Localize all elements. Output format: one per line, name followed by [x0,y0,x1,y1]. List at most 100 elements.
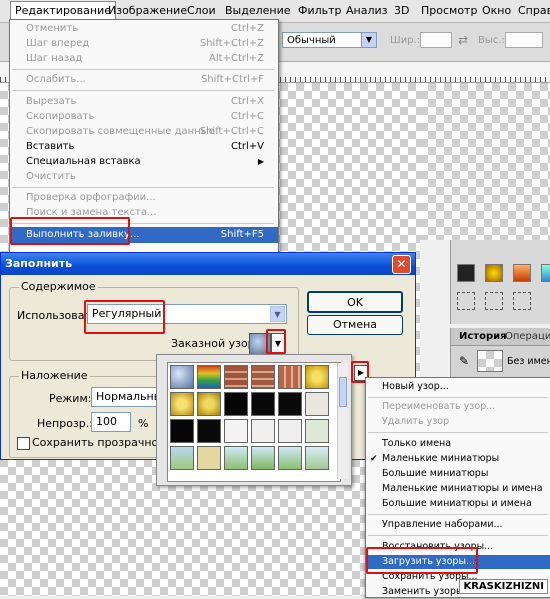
menu-separator [368,514,548,515]
menu-item-paste-special[interactable]: Специальная вставка ▶ [10,155,278,169]
preserve-checkbox[interactable] [17,437,30,450]
height-field[interactable] [505,32,543,48]
pattern-thumb[interactable] [251,365,275,389]
menu-edit[interactable]: Редактирование [10,1,116,19]
menu-item-clear[interactable]: Очистить [10,170,278,184]
opacity-unit: % [138,417,149,430]
pattern-thumb[interactable] [170,365,194,389]
chevron-down-icon: ▼ [361,33,376,47]
pattern-thumb[interactable] [197,446,221,470]
style-swatch[interactable] [541,264,550,282]
menu-item-label: Большие миниатюры [382,468,489,479]
menu-item-spell-check[interactable]: Проверка орфографии... [10,191,278,205]
pattern-thumb[interactable] [278,446,302,470]
menu-item-undo[interactable]: Отменить Ctrl+Z [10,22,278,36]
menu-item-label: Большие миниатюры и имена [382,498,532,509]
blending-legend: Наложение [19,369,90,382]
menu-item-delete-pattern[interactable]: Удалить узор [366,415,550,429]
menu-item-label: Ослабить... [26,74,86,85]
menu-item-step-back[interactable]: Шаг назад Alt+Ctrl+Z [10,52,278,66]
width-field[interactable] [420,32,452,48]
style-swatch[interactable] [457,292,475,310]
menu-item-cut[interactable]: Вырезать Ctrl+X [10,95,278,109]
menu-item-text-only[interactable]: Только имена [366,437,550,451]
pattern-thumb[interactable] [197,419,221,443]
menu-layers[interactable]: Слои [187,4,216,17]
menu-item-fade[interactable]: Ослабить... Shift+Ctrl+F [10,73,278,87]
styles-panel [450,240,550,324]
menu-item-label: Вырезать [26,96,77,107]
pattern-thumb[interactable] [224,446,248,470]
style-swatch[interactable] [457,264,475,282]
pattern-thumb[interactable] [224,365,248,389]
menu-item-copy[interactable]: Скопировать Ctrl+C [10,110,278,124]
menu-item-paste[interactable]: Вставить Ctrl+V [10,140,278,154]
menu-item-shortcut: Shift+F5 [220,229,264,240]
menu-item-rename-pattern[interactable]: Переименовать узор... [366,400,550,414]
menu-item-label: Переименовать узор... [382,401,496,412]
menu-image[interactable]: Изображение [108,4,187,17]
blend-mode-select[interactable]: Обычный ▼ [282,32,377,48]
pattern-thumb[interactable] [251,446,275,470]
pattern-thumb[interactable] [251,419,275,443]
pattern-thumb[interactable] [170,446,194,470]
pattern-thumb[interactable] [305,446,329,470]
pattern-thumb[interactable] [224,392,248,416]
menu-item-preset-manager[interactable]: Управление наборами... [366,518,550,532]
menu-item-label: Управление наборами... [382,519,503,530]
menu-item-new-pattern[interactable]: Новый узор... [366,380,550,394]
menu-item-small-thumbnails[interactable]: ✔ Маленькие миниатюры [366,452,550,466]
pattern-thumb[interactable] [197,392,221,416]
menu-3d[interactable]: 3D [394,4,409,17]
style-swatch[interactable] [513,264,531,282]
menu-item-large-list[interactable]: Большие миниатюры и имена [366,497,550,511]
menu-select[interactable]: Выделение [225,4,291,17]
cancel-button[interactable]: Отмена [307,315,403,335]
close-icon[interactable]: ✕ [392,255,411,274]
ok-button[interactable]: OK [307,291,403,313]
pattern-thumb[interactable] [305,365,329,389]
tab-operations[interactable]: Операци [505,331,550,342]
menu-view[interactable]: Просмотр [421,4,477,17]
pattern-thumb[interactable] [170,392,194,416]
opacity-field[interactable]: 100 [91,412,131,432]
pattern-thumb[interactable] [278,419,302,443]
pattern-thumb[interactable] [278,365,302,389]
pattern-thumb[interactable] [197,365,221,389]
pattern-picker [156,354,352,486]
custom-pattern-label: Заказной узор: [171,337,259,350]
opacity-label: Непрозр.: [37,417,93,430]
pattern-thumb[interactable] [251,392,275,416]
history-item[interactable]: Без имени [507,356,550,367]
history-panel: История Операци ✎ Без имени [450,328,550,378]
annotation-highlight [84,300,165,334]
menu-item-label: Скопировать совмещенные данные [26,126,215,137]
swap-icon[interactable]: ⇄ [458,33,468,47]
dialog-titlebar: Заполнить ✕ [1,253,415,275]
menu-item-shortcut: Alt+Ctrl+Z [209,53,264,64]
menu-window[interactable]: Окно [482,4,511,17]
history-thumbnail [477,350,503,372]
canvas-right-area [420,83,550,240]
picker-scrollbar[interactable] [337,363,348,479]
menu-item-small-list[interactable]: Маленькие миниатюры и имена [366,482,550,496]
pattern-thumb[interactable] [224,419,248,443]
menu-help[interactable]: Справ [518,4,550,17]
style-swatch[interactable] [485,292,503,310]
pattern-thumb[interactable] [305,392,329,416]
menu-item-large-thumbnails[interactable]: Большие миниатюры [366,467,550,481]
menu-item-copy-merged[interactable]: Скопировать совмещенные данные Shift+Ctr… [10,125,278,139]
menu-analysis[interactable]: Анализ [346,4,388,17]
scrollbar-thumb[interactable] [339,377,347,407]
style-swatch[interactable] [513,292,531,310]
mode-select[interactable]: Нормальный [91,387,170,407]
style-swatch[interactable] [485,264,503,282]
menu-separator [12,187,274,188]
menu-item-step-forward[interactable]: Шаг вперед Shift+Ctrl+Z [10,37,278,51]
menu-filter[interactable]: Фильтр [298,4,342,17]
pattern-thumb[interactable] [170,419,194,443]
tab-history[interactable]: История [459,331,507,342]
height-label: Выс.: [478,35,505,46]
pattern-thumb[interactable] [278,392,302,416]
pattern-thumb[interactable] [305,419,329,443]
